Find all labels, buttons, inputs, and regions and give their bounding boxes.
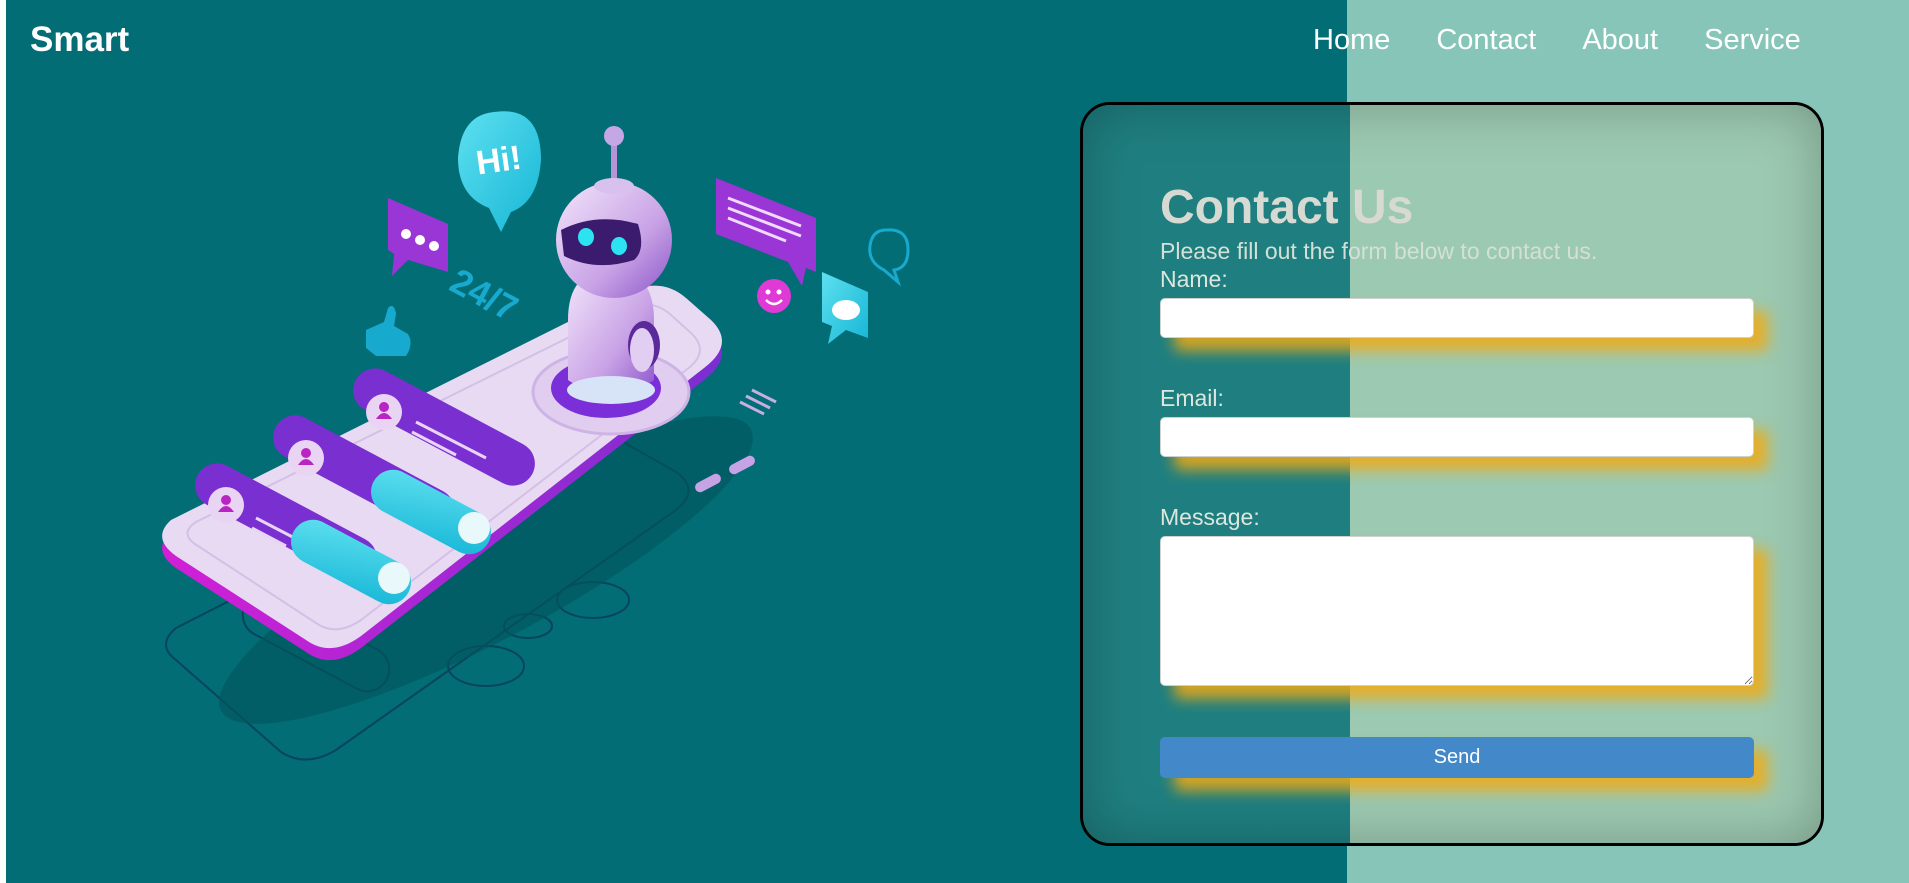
contact-form-subtitle: Please fill out the form below to contac… — [1160, 238, 1598, 264]
name-input[interactable] — [1160, 298, 1754, 338]
send-button[interactable]: Send — [1160, 737, 1754, 778]
chatbot-illustration: Hi! 24/7 — [162, 111, 910, 761]
nav-link-home[interactable]: Home — [1313, 22, 1390, 58]
thumbs-up-icon — [366, 306, 411, 356]
bot-chat-icon — [822, 272, 868, 344]
robot-icon — [556, 126, 672, 404]
nav-link-contact[interactable]: Contact — [1436, 22, 1536, 58]
email-input[interactable] — [1160, 417, 1754, 457]
message-textarea[interactable] — [1160, 536, 1754, 686]
message-label: Message: — [1160, 504, 1260, 530]
email-label: Email: — [1160, 385, 1224, 411]
nav-link-about[interactable]: About — [1582, 22, 1658, 58]
brand-logo[interactable]: Smart — [30, 19, 129, 61]
hi-text: Hi! — [474, 139, 524, 183]
contact-form-card: Contact Us Please fill out the form belo… — [1080, 102, 1824, 846]
contact-form: Contact Us Please fill out the form belo… — [1160, 179, 1754, 778]
hi-speech-bubble-icon: Hi! — [458, 111, 541, 232]
page: Smart Home Contact About Service Hi! 24/… — [6, 0, 1909, 883]
outline-bubble-icon — [868, 228, 910, 287]
smiley-icon — [757, 279, 791, 313]
chat-dots-icon — [388, 198, 448, 276]
availability-text: 24/7 — [444, 260, 525, 329]
contact-form-title: Contact Us — [1160, 181, 1414, 234]
name-label: Name: — [1160, 266, 1228, 292]
chat-lines-icon — [716, 178, 816, 286]
main-nav: Home Contact About Service — [1313, 22, 1801, 58]
nav-link-service[interactable]: Service — [1704, 22, 1801, 58]
